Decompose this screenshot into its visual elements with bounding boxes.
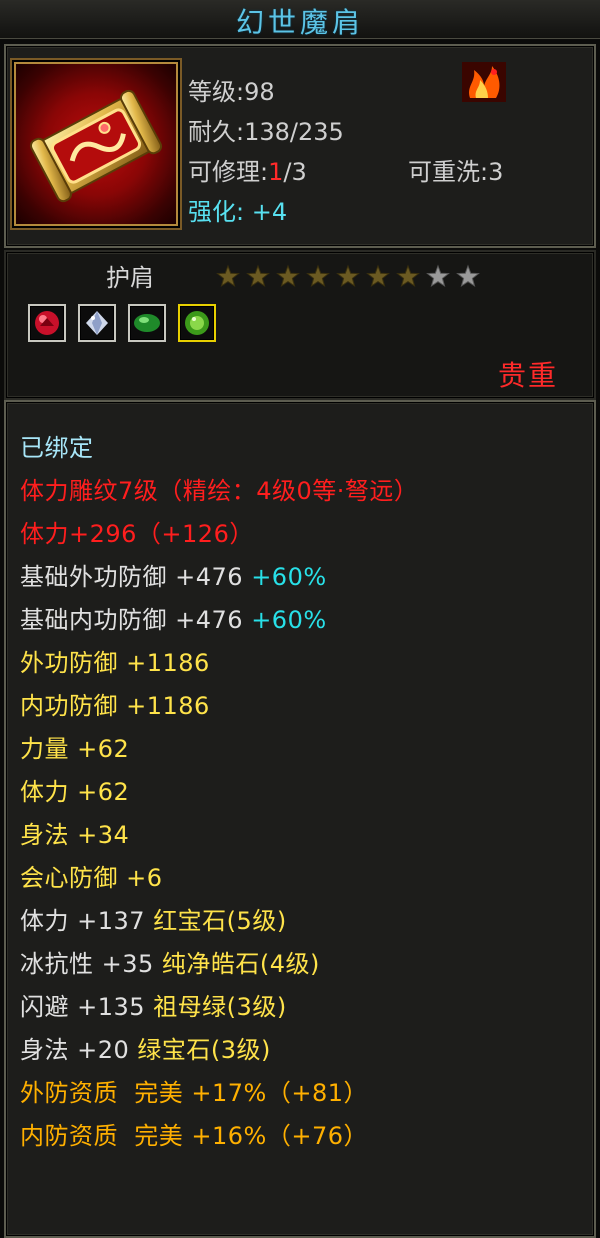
- attribute-line: 身法 +34: [20, 815, 129, 850]
- rarity-label: 贵重: [497, 359, 558, 392]
- repair-label: 可修理: [188, 158, 260, 186]
- attribute-text: 红宝石(5级): [153, 907, 287, 935]
- slot-name: 护肩: [106, 264, 154, 292]
- attribute-line: 已绑定: [20, 428, 94, 463]
- attribute-text: 内功防御 +1186: [20, 692, 210, 720]
- level-label: 等级: [188, 78, 236, 106]
- attribute-text: 身法 +34: [20, 821, 130, 849]
- attribute-text: 纯净皓石(4级): [161, 950, 320, 978]
- star-rating: [216, 264, 480, 288]
- attribute-text: +60%: [251, 606, 327, 634]
- attribute-line: 体力雕纹7级（精绘：4级0等·弩远）: [20, 471, 418, 506]
- attribute-line: 体力+296（+126）: [20, 514, 254, 549]
- flame-badge-icon: [462, 62, 506, 102]
- level-stat: 等级:98: [188, 78, 275, 106]
- rewash-value: 3: [488, 158, 504, 186]
- repair-stat: 可修理:1/3: [188, 158, 307, 186]
- durability-value: 138/235: [244, 118, 344, 146]
- rewash-stat: 可重洗:3: [408, 158, 504, 186]
- repair-current: 1: [268, 158, 284, 186]
- level-value: 98: [244, 78, 275, 106]
- rewash-label: 可重洗: [408, 158, 480, 186]
- star-filled-icon: [396, 264, 420, 288]
- item-icon-art: [29, 89, 163, 203]
- star-filled-icon: [336, 264, 360, 288]
- attribute-line: 体力 +62: [20, 772, 129, 807]
- attribute-text: 会心防御 +6: [20, 864, 163, 892]
- attribute-text: 内防资质 完美 +16%（+76）: [20, 1122, 368, 1150]
- attribute-line: 基础内功防御 +476 +60%: [20, 600, 327, 635]
- attribute-line: 外防资质 完美 +17%（+81）: [20, 1073, 368, 1108]
- item-title: 幻世魔肩: [235, 6, 364, 39]
- attribute-line: 基础外功防御 +476 +60%: [20, 557, 327, 592]
- attribute-text: 基础外功防御 +476: [20, 563, 252, 591]
- attribute-line: 闪避 +135 祖母绿(3级): [20, 987, 287, 1022]
- star-filled-icon: [306, 264, 330, 288]
- star-filled-icon: [216, 264, 240, 288]
- golden-shoulder-scroll-icon[interactable]: [14, 62, 178, 226]
- attribute-text: 体力雕纹7级（精绘：4级0等·弩远）: [20, 477, 419, 505]
- star-empty-icon: [456, 264, 480, 288]
- enhance-label: 强化: [188, 198, 236, 226]
- attribute-text: 基础内功防御 +476: [20, 606, 252, 634]
- attribute-text: 闪避 +135: [20, 993, 154, 1021]
- attribute-line: 内功防御 +1186: [20, 686, 210, 721]
- star-filled-icon: [246, 264, 270, 288]
- attribute-line: 外功防御 +1186: [20, 643, 210, 678]
- attribute-text: 身法 +20: [20, 1036, 138, 1064]
- attribute-line: 体力 +137 红宝石(5级): [20, 901, 287, 936]
- diamond-gem-icon[interactable]: [78, 304, 116, 342]
- star-empty-icon: [426, 264, 450, 288]
- green-gem-icon[interactable]: [178, 304, 216, 342]
- attribute-text: 已绑定: [20, 434, 94, 462]
- attribute-line: 力量 +62: [20, 729, 129, 764]
- attribute-text: 体力 +62: [20, 778, 130, 806]
- attribute-text: 体力+296（+126）: [20, 520, 254, 548]
- emerald-gem-icon[interactable]: [128, 304, 166, 342]
- attribute-text: 祖母绿(3级): [153, 993, 287, 1021]
- enhance-stat: 强化: +4: [188, 198, 288, 226]
- attribute-text: 绿宝石(3级): [137, 1036, 271, 1064]
- title-bar: 幻世魔肩: [0, 0, 600, 39]
- star-filled-icon: [276, 264, 300, 288]
- attribute-text: 外功防御 +1186: [20, 649, 210, 677]
- attribute-text: 力量 +62: [20, 735, 130, 763]
- red-gem-icon[interactable]: [28, 304, 66, 342]
- attribute-text: +60%: [251, 563, 327, 591]
- attribute-text: 冰抗性 +35: [20, 950, 162, 978]
- attribute-line: 身法 +20 绿宝石(3级): [20, 1030, 271, 1065]
- attribute-line: 冰抗性 +35 纯净皓石(4级): [20, 944, 320, 979]
- durability-label: 耐久: [188, 118, 236, 146]
- attribute-text: 体力 +137: [20, 907, 154, 935]
- enhance-value: +4: [251, 198, 288, 226]
- attribute-line: 内防资质 完美 +16%（+76）: [20, 1116, 368, 1151]
- attribute-line: 会心防御 +6: [20, 858, 163, 893]
- attribute-text: 外防资质 完美 +17%（+81）: [20, 1079, 368, 1107]
- durability-stat: 耐久:138/235: [188, 118, 344, 146]
- item-tooltip: 幻世魔肩 等级:98 耐久:138/235 可修理:1/3 可重洗:3 强化: …: [0, 0, 600, 1238]
- repair-total: /3: [283, 158, 307, 186]
- star-filled-icon: [366, 264, 390, 288]
